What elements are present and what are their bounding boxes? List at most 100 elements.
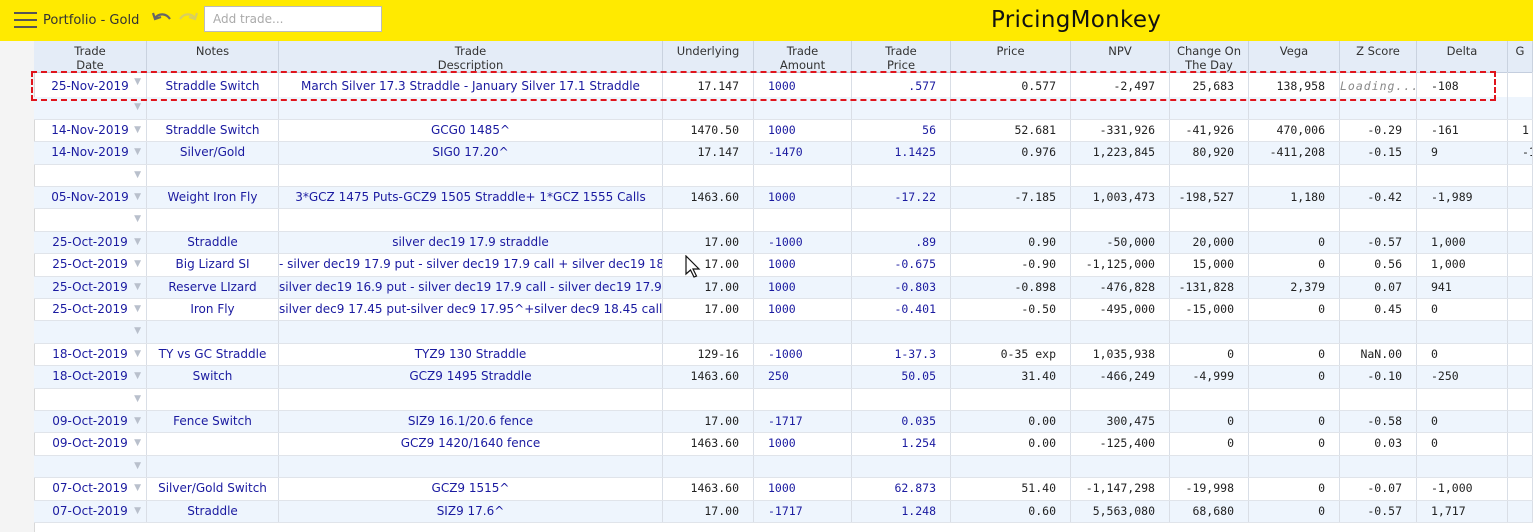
table-row[interactable]: 14-Nov-2019 ▼ Silver/Gold SIG0 17.20^ 17.147… [34,142,1533,165]
cell-amount[interactable] [754,97,852,119]
cell-vega[interactable] [1249,164,1340,186]
cell-underlying[interactable]: 17.00 [663,276,754,298]
cell-zscore[interactable]: 0.07 [1340,276,1417,298]
cell-extra[interactable] [1508,366,1533,388]
cell-extra[interactable] [1508,455,1533,478]
cell-vega[interactable]: 2,379 [1249,276,1340,298]
cell-delta[interactable] [1417,455,1508,478]
cell-zscore[interactable] [1340,321,1417,343]
dropdown-caret-icon[interactable]: ▼ [134,209,141,230]
cell-desc[interactable]: silver dec9 17.45 put-silver dec9 17.95^… [279,299,663,321]
cell-notes[interactable]: Big Lizard SI [147,254,279,276]
cell-vega[interactable] [1249,388,1340,410]
dropdown-caret-icon[interactable]: ▼ [134,501,141,522]
cell-zscore[interactable]: Loading... [1340,72,1417,99]
table-row[interactable]: 25-Oct-2019 ▼ Reserve LIzard silver dec19 1… [34,276,1533,299]
dropdown-caret-icon[interactable]: ▼ [134,254,141,275]
cell-amount[interactable]: -1717 [754,411,852,433]
cell-price[interactable] [951,388,1071,410]
cell-delta[interactable] [1417,321,1508,343]
redo-icon[interactable] [177,10,199,28]
cell-npv[interactable] [1071,455,1170,478]
cell-extra[interactable] [1508,321,1533,343]
cell-npv[interactable]: -1,147,298 [1071,478,1170,500]
cell-tprice[interactable]: 1.1425 [852,142,951,164]
cell-delta[interactable]: 0 [1417,411,1508,433]
cell-notes[interactable]: Silver/Gold [147,142,279,164]
cell-zscore[interactable]: 0.45 [1340,299,1417,321]
cell-change[interactable] [1170,164,1249,186]
cell-price[interactable] [951,97,1071,119]
cell-date[interactable]: 25-Nov-2019 ▼ [34,72,147,99]
table-row[interactable]: 18-Oct-2019 ▼ TY vs GC Straddle TYZ9 130 St… [34,343,1533,367]
dropdown-caret-icon[interactable]: ▼ [134,411,141,432]
table-row[interactable]: ▼ [34,321,1533,344]
cell-change[interactable]: -19,998 [1170,478,1249,500]
cell-vega[interactable] [1249,455,1340,478]
cell-price[interactable]: 0.976 [951,142,1071,164]
cell-extra[interactable] [1508,276,1533,298]
cell-amount[interactable] [754,388,852,410]
cell-date[interactable]: 25-Oct-2019 ▼ [34,276,147,298]
cell-change[interactable]: 80,920 [1170,142,1249,164]
cell-amount[interactable] [754,164,852,186]
cell-date[interactable]: ▼ [34,209,147,231]
cell-extra[interactable] [1508,187,1533,209]
cell-extra[interactable] [1508,299,1533,321]
cell-extra[interactable] [1508,411,1533,433]
cell-delta[interactable] [1417,209,1508,231]
cell-zscore[interactable]: -0.29 [1340,119,1417,142]
cell-date[interactable]: 07-Oct-2019 ▼ [34,478,147,500]
dropdown-caret-icon[interactable]: ▼ [134,165,141,186]
cell-vega[interactable]: 0 [1249,478,1340,500]
cell-desc[interactable] [279,388,663,410]
cell-extra[interactable] [1508,164,1533,186]
cell-tprice[interactable] [852,97,951,119]
cell-delta[interactable]: -161 [1417,119,1508,142]
table-row[interactable]: 09-Oct-2019 ▼ Fence Switch SIZ9 16.1/20.6 f… [34,411,1533,434]
cell-price[interactable]: 0-35 exp [951,343,1071,366]
cell-tprice[interactable]: .577 [852,72,951,99]
table-row[interactable]: 25-Oct-2019 ▼ Straddle silver dec19 17.9 st… [34,231,1533,255]
column-header-price[interactable]: Price [951,41,1071,72]
column-header-underlying[interactable]: Underlying [663,41,754,72]
cell-date[interactable]: 09-Oct-2019 ▼ [34,411,147,433]
column-header-extra[interactable]: G [1508,41,1533,72]
table-row[interactable]: 05-Nov-2019 ▼ Weight Iron Fly 3*GCZ 1475 Pu… [34,187,1533,210]
cell-date[interactable]: ▼ [34,388,147,410]
dropdown-caret-icon[interactable]: ▼ [134,321,141,342]
table-row[interactable]: ▼ [34,388,1533,411]
cell-change[interactable]: -15,000 [1170,299,1249,321]
cell-vega[interactable] [1249,97,1340,119]
table-row[interactable]: 18-Oct-2019 ▼ Switch GCZ9 1495 Straddle 1463… [34,366,1533,389]
cell-change[interactable]: 0 [1170,411,1249,433]
cell-amount[interactable]: -1717 [754,500,852,522]
cell-notes[interactable]: Iron Fly [147,299,279,321]
cell-notes[interactable] [147,209,279,231]
cell-date[interactable]: ▼ [34,164,147,186]
dropdown-caret-icon[interactable]: ▼ [134,187,141,208]
cell-desc[interactable]: TYZ9 130 Straddle [279,343,663,366]
cell-amount[interactable]: -1470 [754,142,852,164]
cell-delta[interactable] [1417,164,1508,186]
table-row[interactable]: 25-Nov-2019 ▼ Straddle Switch March Silver … [34,72,1533,100]
cell-amount[interactable]: 1000 [754,119,852,142]
cell-amount[interactable]: 1000 [754,299,852,321]
table-row[interactable]: 07-Oct-2019 ▼ Silver/Gold Switch GCZ9 1515^… [34,478,1533,501]
column-header-amount[interactable]: Trade Amount [754,41,852,72]
cell-tprice[interactable]: -0.803 [852,276,951,298]
cell-underlying[interactable]: 17.00 [663,411,754,433]
cell-npv[interactable] [1071,97,1170,119]
cell-desc[interactable]: March Silver 17.3 Straddle - January Sil… [279,72,663,99]
cell-extra[interactable] [1508,500,1533,522]
cell-date[interactable]: 25-Oct-2019 ▼ [34,254,147,276]
cell-change[interactable]: 20,000 [1170,231,1249,254]
cell-date[interactable]: 09-Oct-2019 ▼ [34,433,147,455]
cell-date[interactable]: ▼ [34,97,147,119]
dropdown-caret-icon[interactable]: ▼ [134,97,141,118]
cell-vega[interactable]: 0 [1249,433,1340,455]
cell-desc[interactable]: GCZ9 1420/1640 fence [279,433,663,455]
cell-notes[interactable]: Switch [147,366,279,388]
cell-change[interactable]: 68,680 [1170,500,1249,522]
cell-date[interactable]: 18-Oct-2019 ▼ [34,366,147,388]
